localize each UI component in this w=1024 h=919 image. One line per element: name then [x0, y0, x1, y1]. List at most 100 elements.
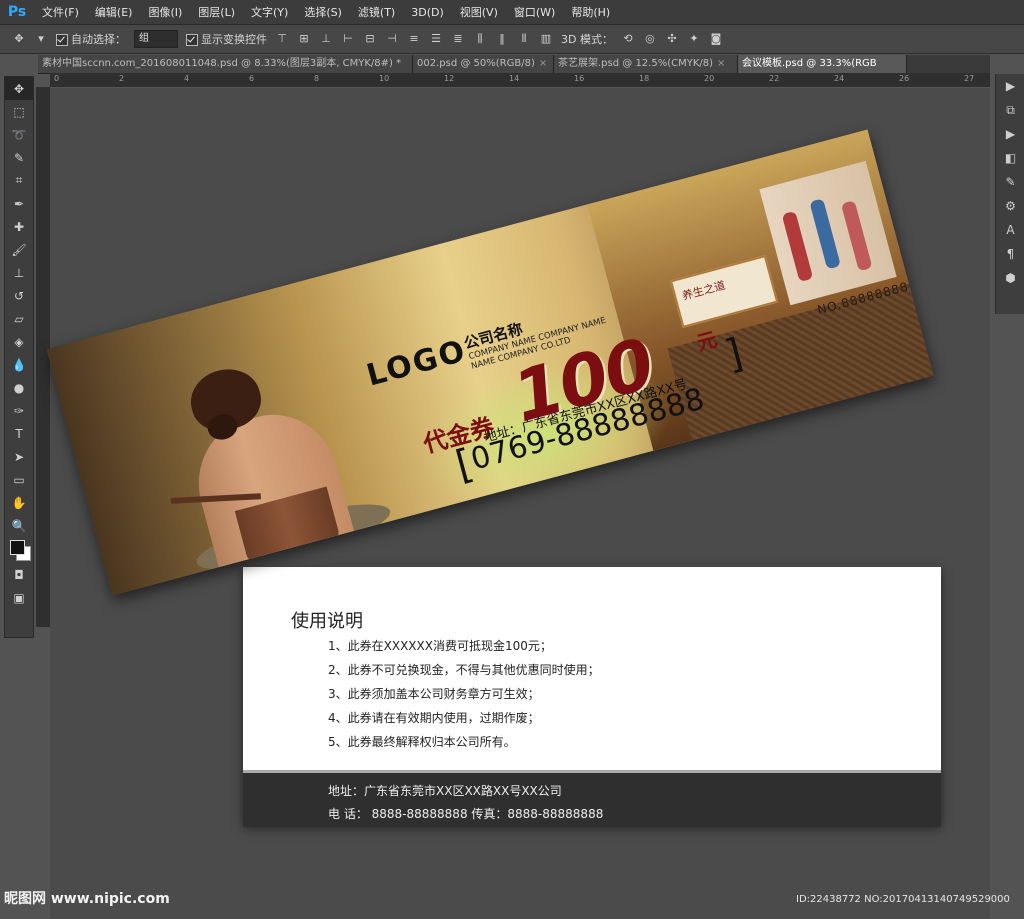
quick-select-tool-icon[interactable]: ✎: [5, 146, 33, 169]
tab-document-3[interactable]: 茶艺展架.psd @ 12.5%(CMYK/8) ×: [554, 55, 738, 73]
menu-layer[interactable]: 图层(L): [190, 4, 243, 20]
close-icon[interactable]: ×: [539, 58, 547, 69]
distribute-vcenter-icon[interactable]: ☰: [429, 33, 443, 45]
move-tool-icon[interactable]: ✥: [5, 77, 33, 100]
foreground-color-swatch[interactable]: [10, 540, 25, 555]
quick-mask-icon[interactable]: ◘: [5, 563, 33, 586]
rule-item: 1、此券在XXXXXX消费可抵现金100元；: [328, 639, 552, 653]
eyedropper-tool-icon[interactable]: ✒: [5, 192, 33, 215]
ruler-tick: 27: [964, 74, 975, 83]
menu-view[interactable]: 视图(V): [452, 4, 506, 20]
paragraph-icon[interactable]: ¶: [996, 242, 1024, 266]
brush-tool-icon[interactable]: 🖌: [5, 238, 33, 261]
menu-type[interactable]: 文字(Y): [243, 4, 296, 20]
play-icon[interactable]: ▶: [996, 74, 1024, 98]
right-panel-dock: ▶ ⧉ ▶ ◧ ✎ ⚙ A ¶ ⬢: [995, 74, 1024, 314]
history-icon[interactable]: ⧉: [996, 98, 1024, 122]
slide-3d-icon[interactable]: ✦: [687, 33, 701, 45]
dodge-tool-icon[interactable]: ●: [5, 376, 33, 399]
type-tool-icon[interactable]: T: [5, 422, 33, 445]
chevron-down-icon[interactable]: ▾: [34, 33, 48, 45]
pen-tool-icon[interactable]: ✑: [5, 399, 33, 422]
checkbox-icon: [56, 34, 68, 46]
mural-figure: [840, 200, 873, 272]
menu-help[interactable]: 帮助(H): [563, 4, 618, 20]
orbit-3d-icon[interactable]: ⟲: [621, 33, 635, 45]
drag-3d-icon[interactable]: ✣: [665, 33, 679, 45]
tab-document-4[interactable]: 会议模板.psd @ 33.3%(RGB: [738, 55, 907, 73]
ruler-tick: 20: [704, 74, 715, 83]
menu-window[interactable]: 窗口(W): [506, 4, 563, 20]
tab-label: 茶艺展架.psd @ 12.5%(CMYK/8): [558, 58, 714, 69]
actions-icon[interactable]: ▶: [996, 122, 1024, 146]
tab-document-1[interactable]: 素材中国sccnn.com_201608011048.psd @ 8.33%(图…: [38, 55, 413, 73]
rule-item: 5、此券最终解释权归本公司所有。: [328, 735, 516, 749]
close-icon[interactable]: ×: [717, 58, 725, 69]
crop-tool-icon[interactable]: ⌗: [5, 169, 33, 192]
screen-mode-icon[interactable]: ▣: [5, 586, 33, 609]
ruler-tick: 18: [639, 74, 650, 83]
auto-align-icon[interactable]: ▥: [539, 33, 553, 45]
tab-label: 素材中国sccnn.com_201608011048.psd @ 8.33%(图…: [42, 58, 402, 69]
ruler-tick: 4: [184, 74, 190, 83]
site-watermark: 昵图网 www.nipic.com: [4, 891, 170, 907]
ruler-tick: 14: [509, 74, 520, 83]
menu-bar: Ps 文件(F) 编辑(E) 图像(I) 图层(L) 文字(Y) 选择(S) 滤…: [0, 0, 1024, 24]
distribute-right-icon[interactable]: ⦀: [517, 33, 531, 45]
align-left-icon[interactable]: ⊢: [341, 33, 355, 45]
ruler-tick: 16: [574, 74, 585, 83]
align-top-icon[interactable]: ⊤: [275, 33, 289, 45]
path-select-tool-icon[interactable]: ➤: [5, 445, 33, 468]
align-vcenter-icon[interactable]: ⊞: [297, 33, 311, 45]
mode-3d-label: 3D 模式：: [561, 33, 613, 46]
rule-item: 4、此券请在有效期内使用，过期作废；: [328, 711, 540, 725]
layers-icon[interactable]: ◧: [996, 146, 1024, 170]
ruler-tick: 6: [249, 74, 255, 83]
card-back-footer: 地址：广东省东莞市XX区XX路XX号XX公司 电 话： 8888-8888888…: [243, 770, 941, 827]
rectangle-tool-icon[interactable]: ▭: [5, 468, 33, 491]
distribute-hcenter-icon[interactable]: ‖: [495, 33, 509, 45]
ruler-tick: 10: [379, 74, 390, 83]
menu-filter[interactable]: 滤镜(T): [350, 4, 403, 20]
history-brush-tool-icon[interactable]: ↺: [5, 284, 33, 307]
camera-3d-icon[interactable]: ◙: [709, 33, 723, 45]
lasso-tool-icon[interactable]: ➰: [5, 123, 33, 146]
brush-icon[interactable]: ✎: [996, 170, 1024, 194]
cube-3d-icon[interactable]: ⬢: [996, 266, 1024, 290]
menu-select[interactable]: 选择(S): [296, 4, 350, 20]
menu-edit[interactable]: 编辑(E): [87, 4, 141, 20]
healing-brush-tool-icon[interactable]: ✚: [5, 215, 33, 238]
tab-label: 会议模板.psd @ 33.3%(RGB: [742, 58, 877, 69]
character-icon[interactable]: A: [996, 218, 1024, 242]
auto-select-checkbox[interactable]: 自动选择：: [56, 31, 126, 47]
instructions-title: 使用说明: [291, 611, 363, 632]
align-hcenter-icon[interactable]: ⊟: [363, 33, 377, 45]
auto-select-dropdown[interactable]: 组: [134, 30, 178, 48]
paint-bucket-tool-icon[interactable]: ◈: [5, 330, 33, 353]
distribute-top-icon[interactable]: ≡: [407, 33, 421, 45]
checkbox-icon: [186, 34, 198, 46]
roll-3d-icon[interactable]: ◎: [643, 33, 657, 45]
settings-icon[interactable]: ⚙: [996, 194, 1024, 218]
menu-3d[interactable]: 3D(D): [403, 6, 452, 19]
ruler-tick: 26: [899, 74, 910, 83]
menu-file[interactable]: 文件(F): [34, 4, 87, 20]
menu-image[interactable]: 图像(I): [140, 4, 190, 20]
hand-tool-icon[interactable]: ✋: [5, 491, 33, 514]
move-tool-icon[interactable]: ✥: [12, 33, 26, 45]
distribute-left-icon[interactable]: ⫼: [473, 33, 487, 45]
clone-stamp-tool-icon[interactable]: ⊥: [5, 261, 33, 284]
blur-tool-icon[interactable]: 💧: [5, 353, 33, 376]
mural-figure: [809, 198, 841, 270]
color-swatches[interactable]: [5, 537, 33, 563]
align-bottom-icon[interactable]: ⊥: [319, 33, 333, 45]
tab-document-2[interactable]: 002.psd @ 50%(RGB/8) ×: [413, 55, 554, 73]
align-right-icon[interactable]: ⊣: [385, 33, 399, 45]
zoom-tool-icon[interactable]: 🔍: [5, 514, 33, 537]
card-back: 使用说明 1、此券在XXXXXX消费可抵现金100元； 2、此券不可兑换现金，不…: [243, 567, 941, 827]
show-transform-checkbox[interactable]: 显示变换控件: [186, 31, 267, 47]
distribute-bottom-icon[interactable]: ≣: [451, 33, 465, 45]
marquee-tool-icon[interactable]: ⬚: [5, 100, 33, 123]
ruler-tick: 2: [119, 74, 125, 83]
eraser-tool-icon[interactable]: ▱: [5, 307, 33, 330]
